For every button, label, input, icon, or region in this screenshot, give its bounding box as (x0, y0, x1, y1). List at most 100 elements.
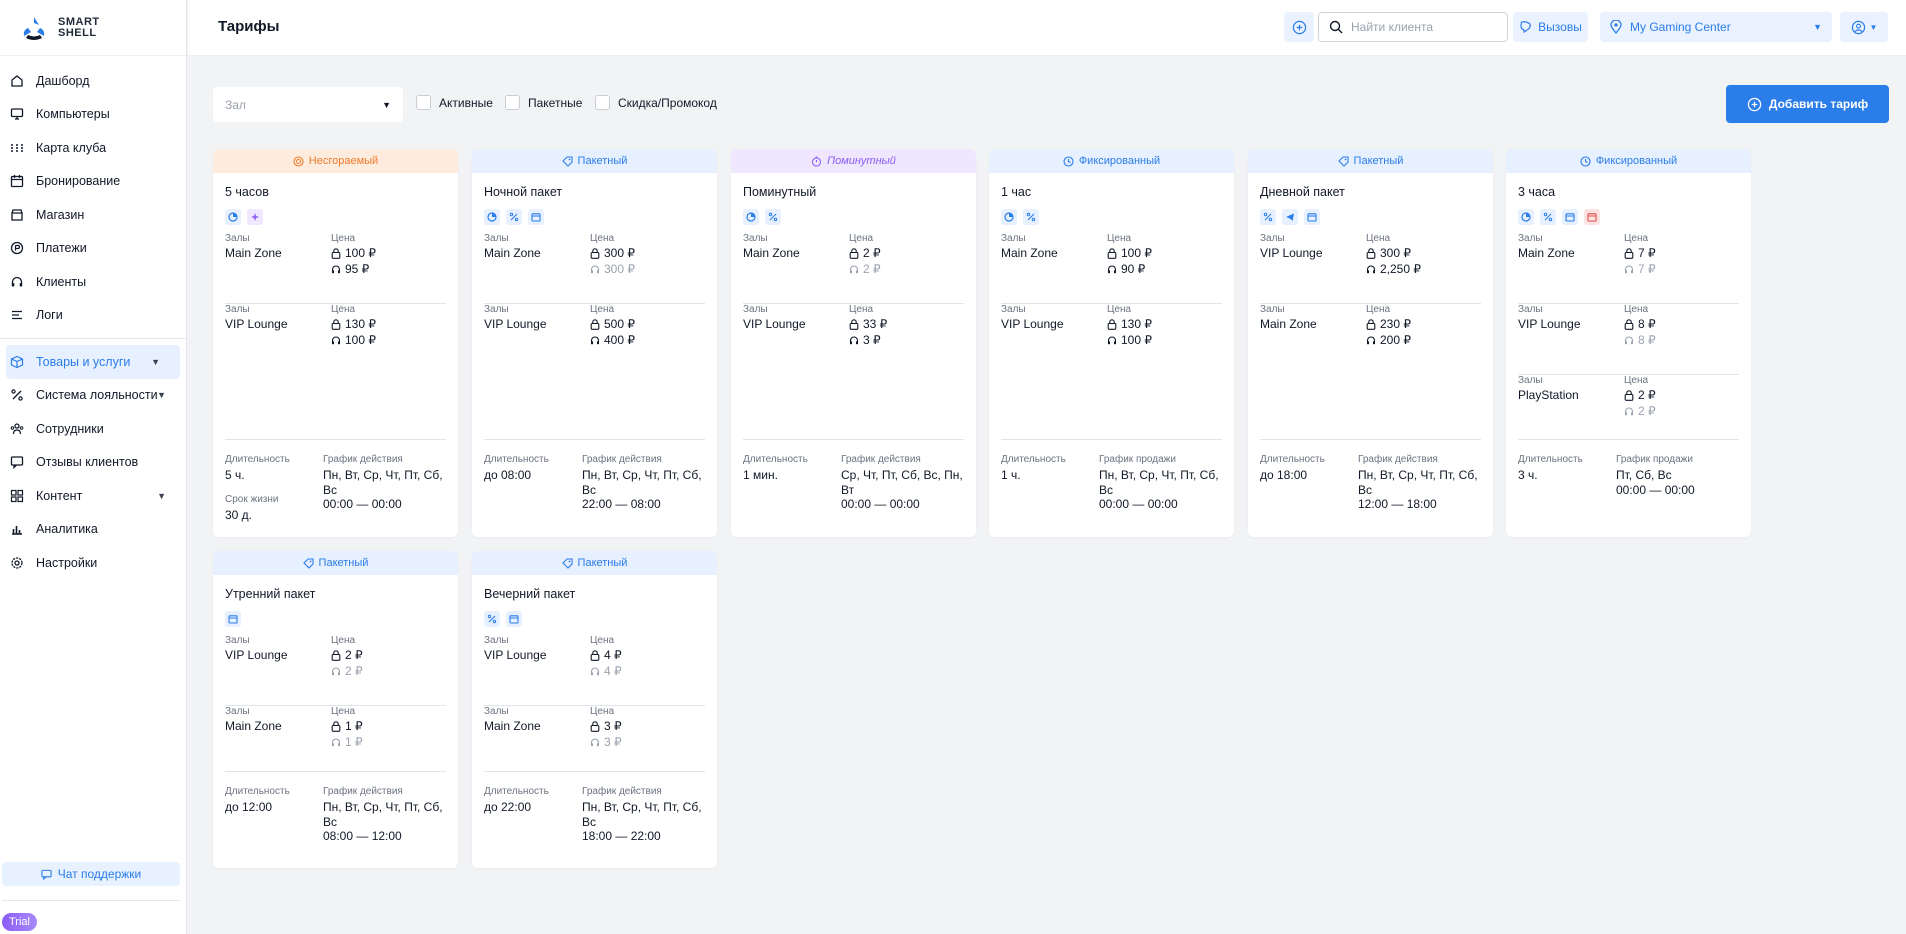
sidebar-item[interactable]: Отзывы клиентов (0, 446, 186, 480)
price-label: Цена (331, 304, 356, 315)
tariff-badges (1518, 209, 1739, 225)
tariff-card[interactable]: Пакетный Утренний пакет Залы Цена VIP Lounge… (213, 551, 458, 868)
price-member: 200 ₽ (1366, 333, 1411, 347)
sidebar-item[interactable]: Карта клуба (0, 131, 186, 165)
sidebar-item[interactable]: Бронирование (0, 165, 186, 199)
lock-icon (331, 247, 341, 259)
schedule-line: Пн, Вт, Ср, Чт, Пт, Сб, (1099, 468, 1219, 482)
tariff-footer: Длительность до 22:00 График действия Пн, В… (484, 771, 705, 843)
tariff-footer: Длительность до 12:00 График действия Пн, В… (225, 771, 446, 843)
sidebar-item[interactable]: Система лояльности ▼ (0, 379, 186, 413)
lock-icon (1624, 389, 1634, 401)
sidebar-item[interactable]: Компьютеры (0, 98, 186, 132)
sidebar-item[interactable]: Товары и услуги ▼ (6, 345, 180, 379)
tariff-card[interactable]: Пакетный Дневной пакет Залы Цена VIP Lounge 3… (1248, 149, 1493, 537)
tariff-card[interactable]: Пакетный Ночной пакет Залы Цена Main Zone 300… (472, 149, 717, 537)
support-chat-button[interactable]: Чат поддержки (2, 862, 180, 886)
location-label: My Gaming Center (1630, 20, 1731, 34)
price-label: Цена (1366, 233, 1391, 244)
price-label: Цена (1624, 304, 1649, 315)
sidebar-item-label: Бронирование (36, 174, 121, 189)
tariff-card[interactable]: Фиксированный 1 час Залы Цена Main Zone 100 ₽… (989, 149, 1234, 537)
checkbox-box[interactable] (505, 95, 520, 110)
client-search[interactable] (1318, 12, 1508, 42)
price-label: Цена (590, 706, 615, 717)
zone-row: Залы Цена VIP Lounge 300 ₽ 2,250 ₽ (1260, 233, 1481, 304)
price-label: Цена (1366, 304, 1391, 315)
zone-row: Залы Цена Main Zone 2 ₽ 2 ₽ (743, 233, 964, 304)
calls-label: Вызовы (1538, 20, 1582, 34)
tariff-type-header: Пакетный (472, 551, 717, 575)
zone-row: Залы Цена VIP Lounge 4 ₽ 4 ₽ (484, 635, 705, 706)
chevron-down-icon[interactable]: ▼ (157, 491, 166, 501)
percent-icon (1260, 209, 1276, 225)
schedule-line: Вс (582, 814, 597, 829)
sidebar-item[interactable]: Клиенты (0, 265, 186, 299)
zones-label: Залы (1518, 375, 1543, 386)
sidebar-item[interactable]: Контент ▼ (0, 479, 186, 513)
tariff-name: Поминутный (743, 185, 817, 199)
price-member: 100 ₽ (1107, 333, 1152, 347)
sidebar-item-label: Контент (36, 488, 83, 503)
lock-icon (1624, 318, 1634, 330)
lock-icon (1624, 247, 1634, 259)
price-regular: 230 ₽ (1366, 317, 1411, 331)
headset-icon (331, 737, 341, 746)
price-regular: 7 ₽ (1624, 246, 1656, 260)
sidebar-item[interactable]: Магазин (0, 198, 186, 232)
chevron-down-icon[interactable]: ▼ (151, 357, 160, 367)
headset-icon (1366, 264, 1376, 273)
list-icon (10, 308, 24, 322)
tariff-card[interactable]: Несгораемый 5 часов Залы Цена Main Zone 100 ₽… (213, 149, 458, 537)
zones-label: Залы (225, 233, 250, 244)
tariff-card[interactable]: Фиксированный 3 часа Залы Цена Main Zone 7 ₽ 7… (1506, 149, 1751, 537)
checkbox-box[interactable] (595, 95, 610, 110)
clock-icon (484, 209, 500, 225)
clock-icon (225, 209, 241, 225)
sidebar-item[interactable]: Логи (0, 299, 186, 333)
sidebar-item[interactable]: Аналитика (0, 513, 186, 547)
price-regular: 130 ₽ (331, 317, 376, 331)
zones-label: Залы (484, 706, 509, 717)
sidebar-item[interactable]: Настройки (0, 546, 186, 580)
price-member-value: 7 ₽ (1638, 262, 1656, 276)
clock-icon (743, 209, 759, 225)
zones-label: Залы (225, 304, 250, 315)
filter-active-label: Активные (439, 95, 493, 110)
price-regular: 3 ₽ (590, 719, 622, 733)
zone-name: VIP Lounge (484, 317, 547, 331)
tariff-badges (743, 209, 964, 225)
filter-packet-checkbox[interactable]: Пакетные (505, 95, 582, 110)
sidebar-item[interactable]: Дашборд (0, 64, 186, 98)
quick-add-button[interactable] (1284, 12, 1314, 42)
filter-discount-checkbox[interactable]: Скидка/Промокод (595, 95, 717, 110)
zone-name: Main Zone (484, 246, 541, 260)
zone-name: Main Zone (1518, 246, 1575, 260)
filter-active-checkbox[interactable]: Активные (416, 95, 493, 110)
account-menu-button[interactable]: ▼ (1840, 12, 1888, 42)
sidebar-item-label: Логи (36, 308, 63, 323)
price-label: Цена (331, 635, 356, 646)
tariff-footer: Длительность 5 ч. График действия Пн, Вт, С… (225, 439, 446, 522)
price-regular-value: 130 ₽ (1121, 317, 1152, 331)
analytics-icon (10, 522, 24, 536)
hall-select[interactable]: Зал ▼ (213, 87, 403, 122)
tariff-card[interactable]: Пакетный Вечерний пакет Залы Цена VIP Lounge… (472, 551, 717, 868)
tariff-badges (484, 611, 705, 627)
logo[interactable]: SMART SHELL (0, 0, 186, 56)
lock-icon (331, 649, 341, 661)
add-tariff-button[interactable]: Добавить тариф (1726, 85, 1889, 123)
trial-badge[interactable]: Trial (2, 913, 37, 931)
calls-button[interactable]: Вызовы (1513, 12, 1588, 42)
sidebar-item[interactable]: Платежи (0, 232, 186, 266)
tariff-card[interactable]: Поминутный Поминутный Залы Цена Main Zone 2 ₽… (731, 149, 976, 537)
chevron-down-icon[interactable]: ▼ (157, 390, 166, 400)
sidebar-item[interactable]: Сотрудники (0, 412, 186, 446)
price-member-value: 2 ₽ (863, 262, 881, 276)
price-label: Цена (1107, 233, 1132, 244)
price-member: 2 ₽ (849, 262, 881, 276)
location-select[interactable]: My Gaming Center ▼ (1600, 12, 1832, 42)
checkbox-box[interactable] (416, 95, 431, 110)
search-input[interactable] (1351, 20, 1501, 34)
price-regular-value: 100 ₽ (345, 246, 376, 260)
